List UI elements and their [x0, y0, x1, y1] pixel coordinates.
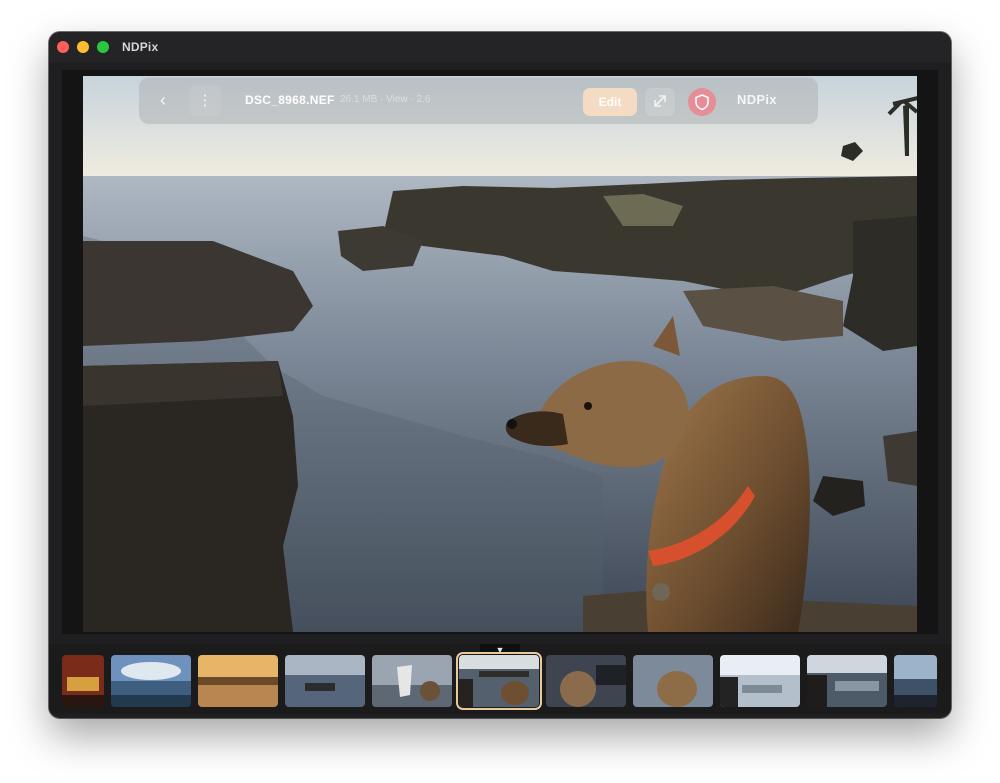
- thumbnail-5[interactable]: [372, 655, 452, 707]
- thumbnail-3[interactable]: [198, 655, 278, 707]
- app-window: NDPix ‹ ⋮ DSC_8968.NEF 26.1 MB · View · …: [49, 32, 951, 718]
- vertical-ellipsis-icon: ⋮: [197, 92, 213, 109]
- photo-viewer: ‹ ⋮ DSC_8968.NEF 26.1 MB · View · 2.6 Ed…: [62, 70, 938, 634]
- thumbnail-4[interactable]: [285, 655, 365, 707]
- photo-toolbar: ‹ ⋮ DSC_8968.NEF 26.1 MB · View · 2.6 Ed…: [139, 77, 818, 124]
- thumbnail-11[interactable]: [894, 655, 937, 707]
- thumbnail-2[interactable]: [111, 655, 191, 707]
- brand-logo: NDPix: [737, 92, 777, 107]
- thumbnail-9[interactable]: [720, 655, 800, 707]
- thumbnail-1[interactable]: [62, 655, 104, 707]
- file-name: DSC_8968.NEF: [245, 93, 335, 107]
- close-window-button[interactable]: [57, 41, 69, 53]
- expand-arrows-icon: [654, 95, 666, 107]
- file-meta: 26.1 MB · View · 2.6: [340, 94, 431, 105]
- main-photo[interactable]: [83, 76, 917, 632]
- thumbnail-6-selected[interactable]: [456, 652, 542, 710]
- edit-button[interactable]: Edit: [583, 88, 637, 116]
- minimize-window-button[interactable]: [77, 41, 89, 53]
- window-title: NDPix: [122, 40, 159, 54]
- thumbnail-8[interactable]: [633, 655, 713, 707]
- zoom-window-button[interactable]: [97, 41, 109, 53]
- shield-icon: [695, 94, 709, 111]
- title-bar: NDPix: [49, 32, 951, 62]
- back-button[interactable]: ‹: [147, 85, 179, 116]
- thumbnail-10[interactable]: [807, 655, 887, 707]
- expand-button[interactable]: [645, 88, 675, 116]
- down-triangle-icon: ▼: [495, 645, 505, 655]
- thumbnail-7[interactable]: [546, 655, 626, 707]
- protect-button[interactable]: [688, 88, 716, 116]
- chevron-left-icon: ‹: [160, 90, 166, 110]
- more-options-button[interactable]: ⋮: [189, 85, 221, 116]
- photo-image: [83, 76, 917, 632]
